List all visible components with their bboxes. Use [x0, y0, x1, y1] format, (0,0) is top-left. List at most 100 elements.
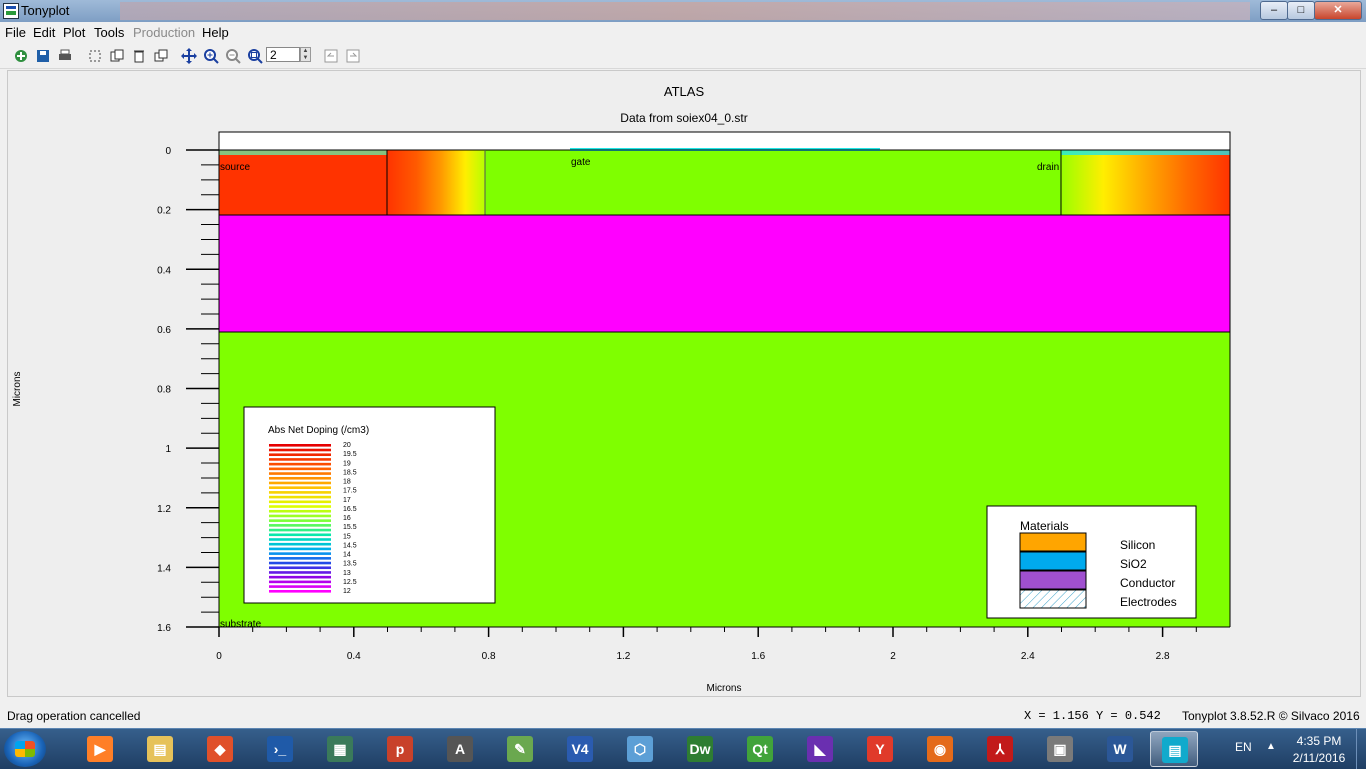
- doping-level-label: 17.5: [343, 488, 357, 495]
- tray-expand-icon[interactable]: ▲: [1266, 741, 1276, 752]
- tonyplot-app-icon: [3, 3, 19, 19]
- source-contact-line: [219, 150, 387, 155]
- taskbar-app[interactable]: ▤: [136, 731, 184, 767]
- zoom-out-icon[interactable]: [224, 47, 242, 65]
- menu-file[interactable]: File: [5, 25, 26, 40]
- taskbar-app[interactable]: ✎: [496, 731, 544, 767]
- acrobat-icon: ⅄: [987, 736, 1013, 762]
- copy-icon[interactable]: [108, 47, 126, 65]
- taskbar-app[interactable]: p: [376, 731, 424, 767]
- language-indicator[interactable]: EN: [1235, 740, 1252, 754]
- menu-bar: File Edit Plot Tools Production Help: [0, 22, 1366, 42]
- taskbar-app[interactable]: ⬡: [616, 731, 664, 767]
- doping-color-bar: [269, 476, 331, 480]
- x-tick-label: 1.6: [751, 651, 765, 662]
- doping-color-bar: [269, 566, 331, 570]
- open-icon[interactable]: [12, 47, 30, 65]
- save-icon[interactable]: [34, 47, 52, 65]
- taskbar-app[interactable]: W: [1096, 731, 1144, 767]
- zoom-box-icon[interactable]: [246, 47, 264, 65]
- y-tick-label: 0.8: [157, 385, 171, 396]
- doping-level-label: 20: [343, 442, 351, 449]
- doping-level-label: 18: [343, 479, 351, 486]
- zoom-spinner[interactable]: ▲ ▼: [300, 47, 311, 62]
- show-desktop-button[interactable]: [1356, 729, 1366, 769]
- doping-level-label: 12: [343, 588, 351, 595]
- doping-color-bar: [269, 505, 331, 508]
- source-junction-gradient: [387, 150, 485, 215]
- y-tick-label: 1.4: [157, 563, 171, 574]
- doping-color-bar: [269, 533, 331, 537]
- x-tick-label: 1.2: [616, 651, 630, 662]
- taskbar-app[interactable]: ▣: [1036, 731, 1084, 767]
- menu-plot[interactable]: Plot: [63, 25, 85, 40]
- y-tick-label: 1.2: [157, 504, 171, 515]
- menu-production[interactable]: Production: [133, 25, 195, 40]
- redo-icon[interactable]: [344, 47, 362, 65]
- y-tick-label: 0.6: [157, 325, 171, 336]
- sio2-label: SiO2: [1120, 557, 1147, 571]
- undo-icon[interactable]: [322, 47, 340, 65]
- doping-color-bar: [269, 590, 331, 593]
- buried-oxide-region: [218, 214, 1231, 333]
- v4-app-icon: V4: [567, 736, 593, 762]
- plot-title: ATLAS: [664, 84, 705, 99]
- drain-contact-strip: [1061, 150, 1230, 155]
- doping-color-bar: [269, 514, 331, 518]
- minimize-button[interactable]: –: [1260, 1, 1288, 20]
- plot-subtitle: Data from soiex04_0.str: [620, 111, 747, 125]
- move-icon[interactable]: [180, 47, 198, 65]
- taskbar-app[interactable]: ▤: [1150, 731, 1198, 767]
- delete-icon[interactable]: [130, 47, 148, 65]
- zoom-level-input[interactable]: 2: [266, 47, 300, 62]
- doping-level-label: 19.5: [343, 451, 357, 458]
- taskbar-app[interactable]: ›_: [256, 731, 304, 767]
- device-plot[interactable]: ATLAS Data from soiex04_0.str source gat…: [8, 71, 1360, 696]
- menu-tools[interactable]: Tools: [94, 25, 124, 40]
- taskbar-app[interactable]: ▶: [76, 731, 124, 767]
- x-tick-label: 2.4: [1021, 651, 1035, 662]
- close-button[interactable]: ✕: [1314, 1, 1362, 20]
- doping-color-bar: [269, 585, 331, 588]
- taskbar-app[interactable]: A: [436, 731, 484, 767]
- tonyplot-icon: ▤: [1162, 737, 1188, 763]
- clock-date[interactable]: 2/11/2016: [1290, 751, 1348, 765]
- doping-level-label: 14.5: [343, 542, 357, 549]
- doping-color-bar: [269, 444, 331, 447]
- clock-time[interactable]: 4:35 PM: [1290, 734, 1348, 748]
- doping-level-label: 16: [343, 515, 351, 522]
- file-explorer-icon: ▤: [147, 736, 173, 762]
- air-region: [218, 131, 1231, 151]
- taskbar-app[interactable]: ◉: [916, 731, 964, 767]
- source-region: [219, 150, 387, 215]
- maximize-button[interactable]: □: [1287, 1, 1315, 20]
- silicon-swatch: [1019, 532, 1087, 552]
- doping-color-bar: [269, 467, 331, 471]
- doping-color-bar: [269, 575, 331, 579]
- taskbar-app[interactable]: ⅄: [976, 731, 1024, 767]
- x-tick-label: 0.8: [482, 651, 496, 662]
- taskbar-app[interactable]: ◣: [796, 731, 844, 767]
- menu-help[interactable]: Help: [202, 25, 229, 40]
- doping-color-bar: [269, 580, 331, 584]
- menu-edit[interactable]: Edit: [33, 25, 55, 40]
- taskbar-app[interactable]: Y: [856, 731, 904, 767]
- silicon-label: Silicon: [1120, 538, 1155, 552]
- doping-level-label: 16.5: [343, 506, 357, 513]
- taskbar-app[interactable]: ◆: [196, 731, 244, 767]
- cursor-coordinates: X = 1.156 Y = 0.542: [1024, 709, 1161, 723]
- start-button[interactable]: [4, 731, 46, 767]
- zoom-in-icon[interactable]: [202, 47, 220, 65]
- arrange-icon[interactable]: [152, 47, 170, 65]
- taskbar-app[interactable]: V4: [556, 731, 604, 767]
- doping-color-bar: [269, 453, 331, 457]
- visual-studio-icon: ◣: [807, 736, 833, 762]
- print-icon[interactable]: [56, 47, 74, 65]
- doping-color-bar: [269, 519, 331, 522]
- select-icon[interactable]: [86, 47, 104, 65]
- plot-window[interactable]: ATLAS Data from soiex04_0.str source gat…: [7, 70, 1361, 697]
- taskbar-app[interactable]: ▦: [316, 731, 364, 767]
- taskbar-app[interactable]: Qt: [736, 731, 784, 767]
- firefox-icon: ◉: [927, 736, 953, 762]
- taskbar-app[interactable]: Dw: [676, 731, 724, 767]
